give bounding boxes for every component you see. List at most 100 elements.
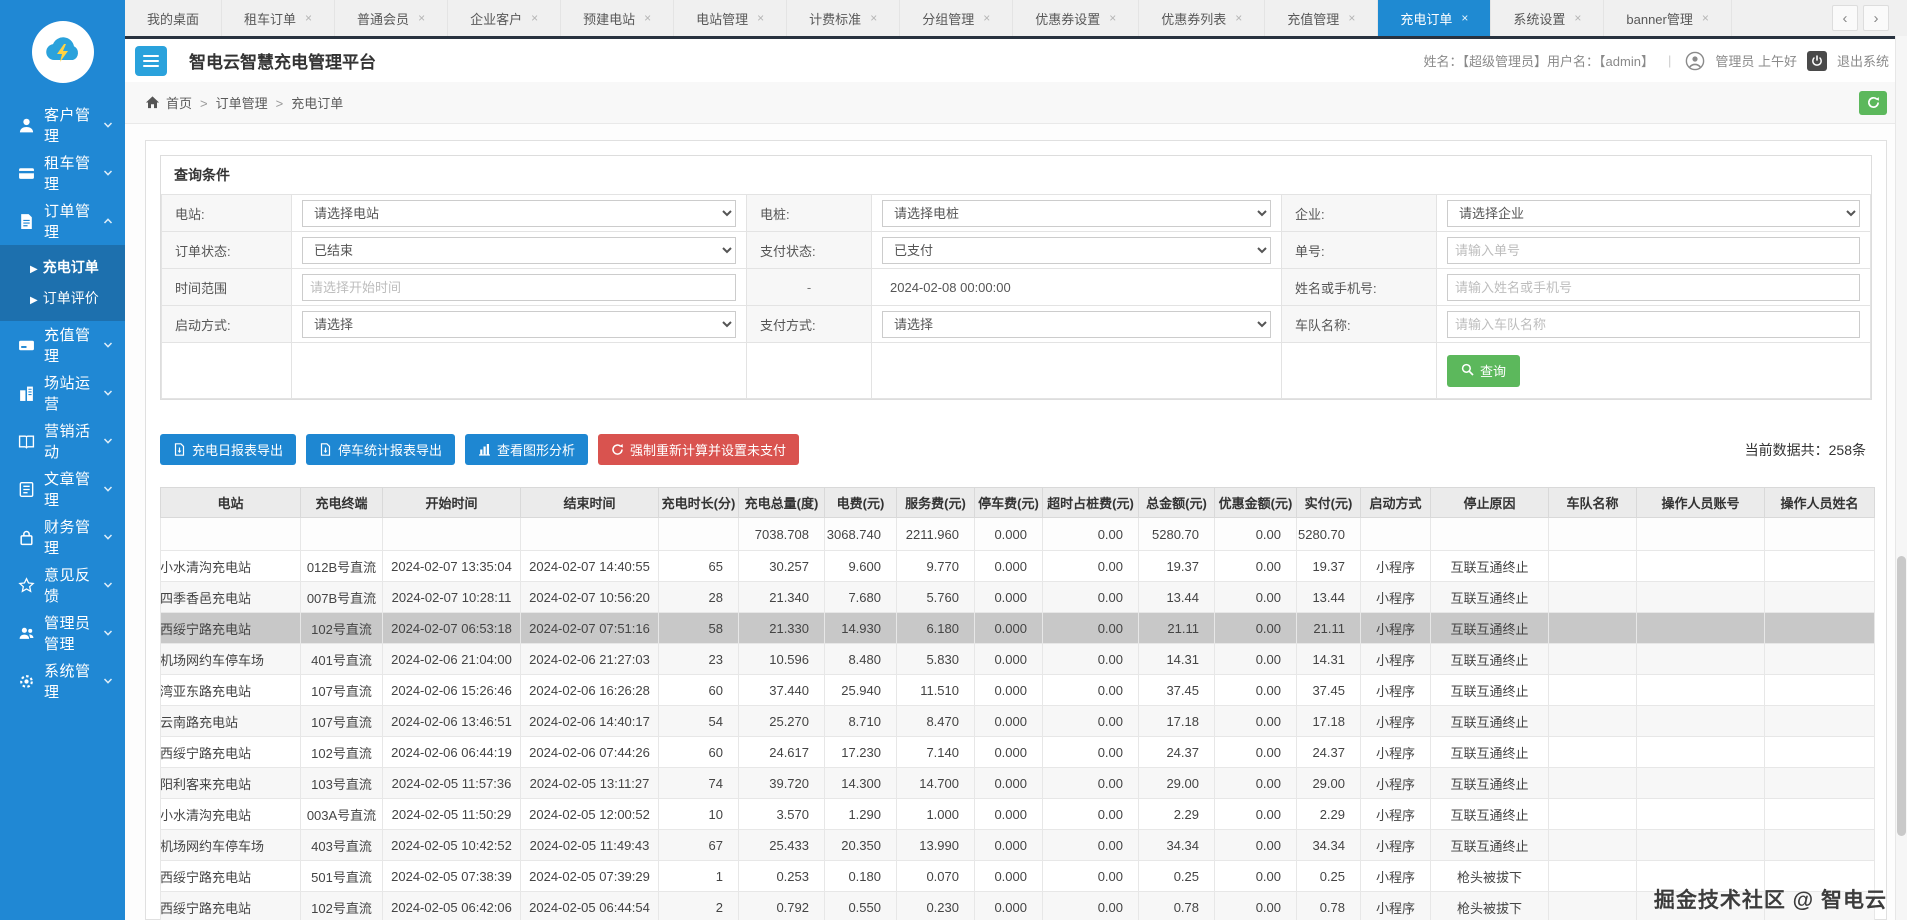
- close-icon[interactable]: ×: [870, 11, 877, 25]
- input-时间范围[interactable]: [302, 273, 736, 301]
- tab-普通会员[interactable]: 普通会员 ×: [335, 0, 449, 36]
- close-icon[interactable]: ×: [1109, 11, 1116, 25]
- table-row[interactable]: 小水清沟充电站 003A号直流 2024-02-05 11:50:29 2024-02…: [160, 798, 1875, 830]
- page-scrollbar[interactable]: [1895, 36, 1907, 920]
- input-车队名称[interactable]: [1447, 310, 1860, 338]
- close-icon[interactable]: ×: [1235, 11, 1242, 25]
- select-支付方式[interactable]: 请选择: [882, 310, 1271, 338]
- sidebar-item-意见反馈[interactable]: 意见反馈: [0, 561, 125, 609]
- select-订单状态[interactable]: 已结束: [302, 236, 736, 264]
- rentcar-icon: [18, 165, 35, 182]
- table-row[interactable]: 阳利客来充电站 103号直流 2024-02-05 11:57:36 2024-02-…: [160, 767, 1875, 799]
- sidebar-subitem-订单评价[interactable]: ▶ 订单评价: [0, 283, 125, 314]
- action-button-强制重新计算并设置未支付[interactable]: 强制重新计算并设置未支付: [598, 434, 800, 465]
- cell: 云南路充电站: [160, 705, 301, 737]
- cell: 0.00: [1042, 705, 1139, 737]
- close-icon[interactable]: ×: [757, 11, 764, 25]
- sidebar-item-场站运营[interactable]: 场站运营: [0, 369, 125, 417]
- station-icon: [18, 385, 35, 402]
- close-icon[interactable]: ×: [644, 11, 651, 25]
- tab-分组管理[interactable]: 分组管理 ×: [900, 0, 1014, 36]
- sidebar-item-label: 财务管理: [44, 519, 91, 557]
- close-icon[interactable]: ×: [418, 11, 425, 25]
- tab-优惠券设置[interactable]: 优惠券设置 ×: [1013, 0, 1140, 36]
- select-电桩[interactable]: 请选择电桩: [882, 199, 1271, 227]
- table-header-row: 电站 充电终端 开始时间 结束时间 充电时长(分) 充电总量(度) 电费(元) 服务费(元) 停…: [160, 487, 1875, 518]
- tab-系统设置[interactable]: 系统设置 ×: [1491, 0, 1605, 36]
- select-电站[interactable]: 请选择电站: [302, 199, 736, 227]
- sidebar-item-财务管理[interactable]: 财务管理: [0, 513, 125, 561]
- sidebar-item-客户管理[interactable]: 客户管理: [0, 101, 125, 149]
- refresh-button[interactable]: [1859, 90, 1887, 115]
- tab-计费标准[interactable]: 计费标准 ×: [787, 0, 901, 36]
- action-button-查看图形分析[interactable]: 查看图形分析: [465, 434, 589, 465]
- table-row[interactable]: 四季香邑充电站 007B号直流 2024-02-07 10:28:11 2024-02…: [160, 581, 1875, 613]
- table-row[interactable]: 机场网约车停车场 403号直流 2024-02-05 10:42:52 2024-02…: [160, 829, 1875, 861]
- query-panel-title: 查询条件: [174, 167, 230, 183]
- close-icon[interactable]: ×: [1461, 11, 1468, 25]
- sidebar-item-系统管理[interactable]: 系统管理: [0, 657, 125, 705]
- sidebar-subitem-充电订单[interactable]: ▶ 充电订单: [0, 252, 125, 283]
- field-cell: 2024-02-08 00:00:00: [871, 268, 1282, 306]
- tab-优惠券列表[interactable]: 优惠券列表 ×: [1139, 0, 1266, 36]
- table-row[interactable]: 西绥宁路充电站 102号直流 2024-02-05 06:42:06 2024-02-…: [160, 891, 1875, 920]
- close-icon[interactable]: ×: [531, 11, 538, 25]
- action-button-停车统计报表导出[interactable]: 停车统计报表导出: [306, 434, 456, 465]
- breadcrumb-item-首页[interactable]: 首页: [166, 96, 192, 111]
- close-icon[interactable]: ×: [1574, 11, 1581, 25]
- cell: [1764, 736, 1875, 768]
- tab-充值管理[interactable]: 充值管理 ×: [1265, 0, 1379, 36]
- power-icon[interactable]: [1806, 50, 1827, 71]
- sidebar-subitem-label: 订单评价: [42, 290, 99, 306]
- action-button-充电日报表导出[interactable]: 充电日报表导出: [160, 434, 297, 465]
- sidebar-item-订单管理[interactable]: 订单管理: [0, 197, 125, 245]
- sidebar-item-营销活动[interactable]: 营销活动: [0, 417, 125, 465]
- input-单号[interactable]: [1447, 236, 1860, 264]
- feedback-icon: [18, 576, 35, 594]
- cell: 2024-02-05 11:50:29: [382, 798, 521, 830]
- table-row[interactable]: 云南路充电站 107号直流 2024-02-06 13:46:51 2024-02-0…: [160, 705, 1875, 737]
- query-panel: 查询条件 电站: 请选择电站 电桩: 请选择电桩 企业: 请选择企业 订单状态: 已结束 支付状…: [160, 155, 1872, 400]
- col-header-服务费(元): 服务费(元): [896, 487, 975, 518]
- summary-cell: [1548, 517, 1637, 551]
- close-icon[interactable]: ×: [983, 11, 990, 25]
- tab-label: 租车订单: [244, 11, 297, 27]
- cell: 0.792: [738, 891, 825, 920]
- sidebar-item-充值管理[interactable]: 充值管理: [0, 321, 125, 369]
- sidebar-toggle-button[interactable]: [135, 45, 167, 76]
- close-icon[interactable]: ×: [305, 11, 312, 25]
- scrollbar-thumb[interactable]: [1897, 556, 1906, 836]
- tabs-next-button[interactable]: ›: [1863, 5, 1889, 31]
- summary-cell: [160, 517, 301, 551]
- tab-充电订单[interactable]: 充电订单 ×: [1378, 0, 1492, 36]
- table-row[interactable]: 机场网约车停车场 401号直流 2024-02-06 21:04:00 2024-02…: [160, 643, 1875, 675]
- logout-link[interactable]: 退出系统: [1837, 51, 1889, 70]
- close-icon[interactable]: ×: [1348, 11, 1355, 25]
- table-row[interactable]: 西绥宁路充电站 102号直流 2024-02-06 06:44:19 2024-02-…: [160, 736, 1875, 768]
- tab-banner管理[interactable]: banner管理 ×: [1604, 0, 1732, 36]
- breadcrumb-item-订单管理[interactable]: 订单管理: [216, 96, 268, 111]
- tab-租车订单[interactable]: 租车订单 ×: [222, 0, 336, 36]
- cell: 0.00: [1214, 581, 1297, 613]
- search-button[interactable]: 查询: [1447, 354, 1521, 387]
- tab-我的桌面[interactable]: 我的桌面: [125, 0, 223, 36]
- tab-预建电站[interactable]: 预建电站 ×: [561, 0, 675, 36]
- table-row[interactable]: 湾亚东路充电站 107号直流 2024-02-06 15:26:46 2024-02-…: [160, 674, 1875, 706]
- field-label: 电站:: [161, 194, 292, 232]
- tab-电站管理[interactable]: 电站管理 ×: [674, 0, 788, 36]
- input-姓名或手机号[interactable]: [1447, 273, 1860, 301]
- select-支付状态[interactable]: 已支付: [882, 236, 1271, 264]
- select-企业[interactable]: 请选择企业: [1447, 199, 1860, 227]
- close-icon[interactable]: ×: [1702, 11, 1709, 25]
- chevron-down-icon: [103, 532, 113, 542]
- sidebar-item-租车管理[interactable]: 租车管理: [0, 149, 125, 197]
- select-启动方式[interactable]: 请选择: [302, 310, 736, 338]
- table-row[interactable]: 小水清沟充电站 012B号直流 2024-02-07 13:35:04 2024-02…: [160, 550, 1875, 582]
- table-row[interactable]: 西绥宁路充电站 102号直流 2024-02-07 06:53:18 2024-02-…: [160, 612, 1875, 644]
- breadcrumb-item-充电订单[interactable]: 充电订单: [291, 96, 343, 111]
- sidebar-item-文章管理[interactable]: 文章管理: [0, 465, 125, 513]
- tab-企业客户[interactable]: 企业客户 ×: [448, 0, 562, 36]
- table-row[interactable]: 西绥宁路充电站 501号直流 2024-02-05 07:38:39 2024-02-…: [160, 860, 1875, 892]
- sidebar-item-管理员管理[interactable]: 管理员管理: [0, 609, 125, 657]
- tabs-prev-button[interactable]: ‹: [1832, 5, 1858, 31]
